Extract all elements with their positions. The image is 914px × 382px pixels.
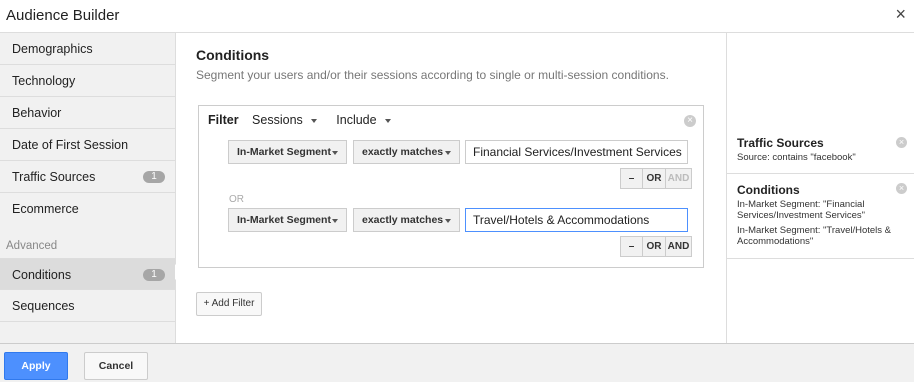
summary-line: In-Market Segment: "Travel/Hotels & Acco… <box>737 225 892 247</box>
sidebar-item-label: Technology <box>12 74 76 88</box>
chevron-down-icon <box>445 151 451 155</box>
sidebar-item-label: Conditions <box>12 268 72 282</box>
filter-header: Filter Sessions Include <box>208 113 407 127</box>
summary-title: Conditions <box>737 183 800 197</box>
apply-button[interactable]: Apply <box>4 352 68 380</box>
sidebar-item-label: Demographics <box>12 42 93 56</box>
remove-condition-button[interactable]: – <box>620 168 643 189</box>
dimension-select[interactable]: In-Market Segment <box>228 208 347 232</box>
or-separator: OR <box>229 194 244 205</box>
value-input[interactable] <box>465 140 688 164</box>
include-dropdown[interactable]: Include <box>336 113 391 127</box>
sidebar: Demographics Technology Behavior Date of… <box>0 33 176 343</box>
mode-value: Include <box>336 113 377 127</box>
count-badge: 1 <box>143 171 165 183</box>
value-input[interactable] <box>465 208 688 232</box>
chevron-down-icon <box>445 219 451 223</box>
operator-select[interactable]: exactly matches <box>353 208 460 232</box>
operator-value: exactly matches <box>362 146 444 158</box>
sidebar-item-demographics[interactable]: Demographics <box>0 33 175 65</box>
sidebar-section-advanced: Advanced <box>6 240 58 252</box>
dimension-select[interactable]: In-Market Segment <box>228 140 347 164</box>
operator-value: exactly matches <box>362 214 444 226</box>
sidebar-item-label: Behavior <box>12 106 62 120</box>
filter-label: Filter <box>208 113 239 127</box>
sidebar-item-date-of-first-session[interactable]: Date of First Session <box>0 129 175 161</box>
remove-summary-icon[interactable]: × <box>896 183 907 194</box>
sidebar-item-sequences[interactable]: Sequences <box>0 290 175 322</box>
sidebar-item-behavior[interactable]: Behavior <box>0 97 175 129</box>
chevron-down-icon <box>310 118 317 123</box>
or-button[interactable]: OR <box>642 236 666 257</box>
segment-summary: Traffic Sources Source: contains "facebo… <box>726 33 914 343</box>
and-button[interactable]: AND <box>665 236 692 257</box>
sidebar-item-label: Traffic Sources <box>12 170 96 184</box>
sidebar-item-conditions[interactable]: Conditions 1 <box>0 258 175 290</box>
remove-summary-icon[interactable]: × <box>896 137 907 148</box>
chevron-down-icon <box>332 151 338 155</box>
dimension-value: In-Market Segment <box>237 146 331 158</box>
sidebar-item-label: Ecommerce <box>12 202 79 216</box>
sidebar-item-ecommerce[interactable]: Ecommerce <box>0 193 175 225</box>
count-badge: 1 <box>143 269 165 281</box>
dimension-value: In-Market Segment <box>237 214 331 226</box>
or-button[interactable]: OR <box>642 168 666 189</box>
chevron-down-icon <box>384 118 391 123</box>
summary-card-traffic-sources: Traffic Sources Source: contains "facebo… <box>727 33 914 174</box>
sidebar-item-label: Sequences <box>12 299 75 313</box>
page-subtitle: Segment your users and/or their sessions… <box>196 68 669 82</box>
summary-line: Source: contains "facebook" <box>737 152 856 163</box>
title-bar: Audience Builder × <box>0 0 914 33</box>
page-title: Conditions <box>196 47 270 63</box>
window-title: Audience Builder <box>6 7 120 24</box>
filter-box: Filter Sessions Include × In-Market Segm… <box>198 105 704 268</box>
conditions-panel: Conditions Segment your users and/or the… <box>176 33 726 343</box>
footer: Apply Cancel <box>0 343 914 382</box>
operator-select[interactable]: exactly matches <box>353 140 460 164</box>
remove-condition-button[interactable]: – <box>620 236 643 257</box>
cancel-button[interactable]: Cancel <box>84 352 148 380</box>
row-actions: – OR AND <box>620 236 692 257</box>
summary-card-conditions: Conditions In-Market Segment: "Financial… <box>727 174 914 259</box>
chevron-down-icon <box>332 219 338 223</box>
remove-filter-icon[interactable]: × <box>684 115 696 127</box>
summary-line: In-Market Segment: "Financial Services/I… <box>737 199 865 221</box>
close-icon[interactable]: × <box>895 4 906 25</box>
scope-dropdown[interactable]: Sessions <box>252 113 317 127</box>
sidebar-item-technology[interactable]: Technology <box>0 65 175 97</box>
summary-title: Traffic Sources <box>737 136 824 150</box>
and-button[interactable]: AND <box>665 168 692 189</box>
add-filter-button[interactable]: + Add Filter <box>196 292 262 316</box>
row-actions: – OR AND <box>620 168 692 189</box>
sidebar-item-label: Date of First Session <box>12 138 129 152</box>
scope-value: Sessions <box>252 113 303 127</box>
sidebar-item-traffic-sources[interactable]: Traffic Sources 1 <box>0 161 175 193</box>
